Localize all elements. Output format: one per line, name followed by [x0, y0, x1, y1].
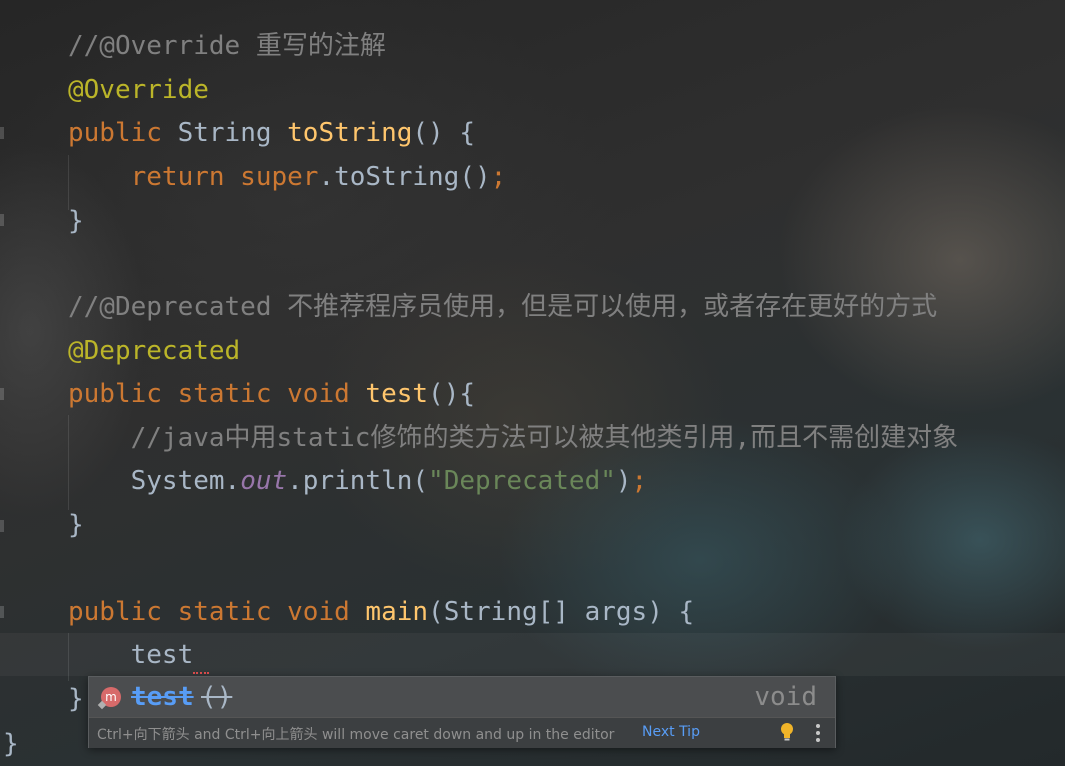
- code-token: public static void: [68, 379, 366, 409]
- completion-item-params: (): [201, 682, 233, 712]
- more-vertical-icon[interactable]: [811, 722, 825, 744]
- code-line[interactable]: test: [68, 638, 194, 672]
- code-token: public: [68, 118, 178, 148]
- code-token: //@Override 重写的注解: [68, 31, 386, 61]
- code-token: out: [240, 466, 288, 496]
- code-token: //@Deprecated 不推荐程序员使用，但是可以使用，或者存在更好的方式: [68, 292, 938, 322]
- code-line[interactable]: //@Deprecated 不推荐程序员使用，但是可以使用，或者存在更好的方式: [68, 290, 937, 324]
- code-line[interactable]: public String toString() {: [68, 116, 475, 150]
- code-line[interactable]: }: [68, 682, 84, 716]
- code-token: ): [615, 466, 632, 496]
- code-line[interactable]: public static void main(String[] args) {: [68, 595, 694, 629]
- code-token: }: [68, 684, 84, 714]
- code-line[interactable]: //java中用static修饰的类方法可以被其他类引用,而且不需创建对象: [68, 421, 959, 455]
- code-token: .println(: [287, 466, 429, 496]
- fold-marker[interactable]: [0, 388, 4, 400]
- code-token: main: [365, 597, 429, 627]
- fold-marker[interactable]: [0, 214, 4, 226]
- code-token: (String[] args) {: [428, 597, 695, 627]
- code-token: ;: [490, 162, 507, 192]
- code-token: test: [365, 379, 429, 409]
- code-token: "Deprecated": [428, 466, 616, 496]
- code-line[interactable]: return super.toString();: [68, 160, 507, 194]
- code-token: @Override: [68, 75, 209, 105]
- code-token: ;: [631, 466, 648, 496]
- code-line[interactable]: @Deprecated: [68, 334, 240, 368]
- code-line[interactable]: System.out.println("Deprecated");: [68, 464, 648, 498]
- code-token: @Deprecated: [68, 336, 241, 366]
- completion-item-test[interactable]: m test () void: [89, 677, 835, 717]
- code-token: //java中用static修饰的类方法可以被其他类引用,而且不需创建对象: [68, 423, 959, 453]
- code-token: () {: [412, 118, 476, 148]
- next-tip-link[interactable]: Next Tip: [642, 724, 700, 740]
- closing-brace: }: [3, 729, 19, 759]
- fold-marker[interactable]: [0, 606, 4, 618]
- error-squiggle: [193, 664, 209, 674]
- code-token: return super: [68, 162, 319, 192]
- lightbulb-icon[interactable]: [779, 722, 795, 742]
- tip-text: Ctrl+向下箭头 and Ctrl+向上箭头 will move caret …: [97, 727, 615, 743]
- fold-marker[interactable]: [0, 127, 4, 139]
- fold-marker[interactable]: [0, 520, 4, 532]
- code-token: toString: [287, 118, 413, 148]
- code-token: System.: [68, 466, 241, 496]
- code-line[interactable]: public static void test(){: [68, 377, 475, 411]
- code-line[interactable]: }: [68, 508, 84, 542]
- code-token: test: [68, 640, 194, 670]
- code-token: (){: [428, 379, 476, 409]
- completion-item-type: void: [754, 682, 817, 712]
- code-token: String: [177, 118, 288, 148]
- completion-tip-bar: Ctrl+向下箭头 and Ctrl+向上箭头 will move caret …: [89, 717, 835, 748]
- code-token: }: [68, 206, 84, 236]
- code-token: public static void: [68, 597, 366, 627]
- code-line[interactable]: }: [68, 204, 84, 238]
- code-token: .toString(): [318, 162, 491, 192]
- code-line[interactable]: @Override: [68, 73, 209, 107]
- code-token: }: [68, 510, 84, 540]
- code-line[interactable]: //@Override 重写的注解: [68, 29, 386, 63]
- completion-popup[interactable]: m test () void Ctrl+向下箭头 and Ctrl+向上箭头 w…: [88, 676, 836, 748]
- completion-item-name: test: [131, 682, 194, 712]
